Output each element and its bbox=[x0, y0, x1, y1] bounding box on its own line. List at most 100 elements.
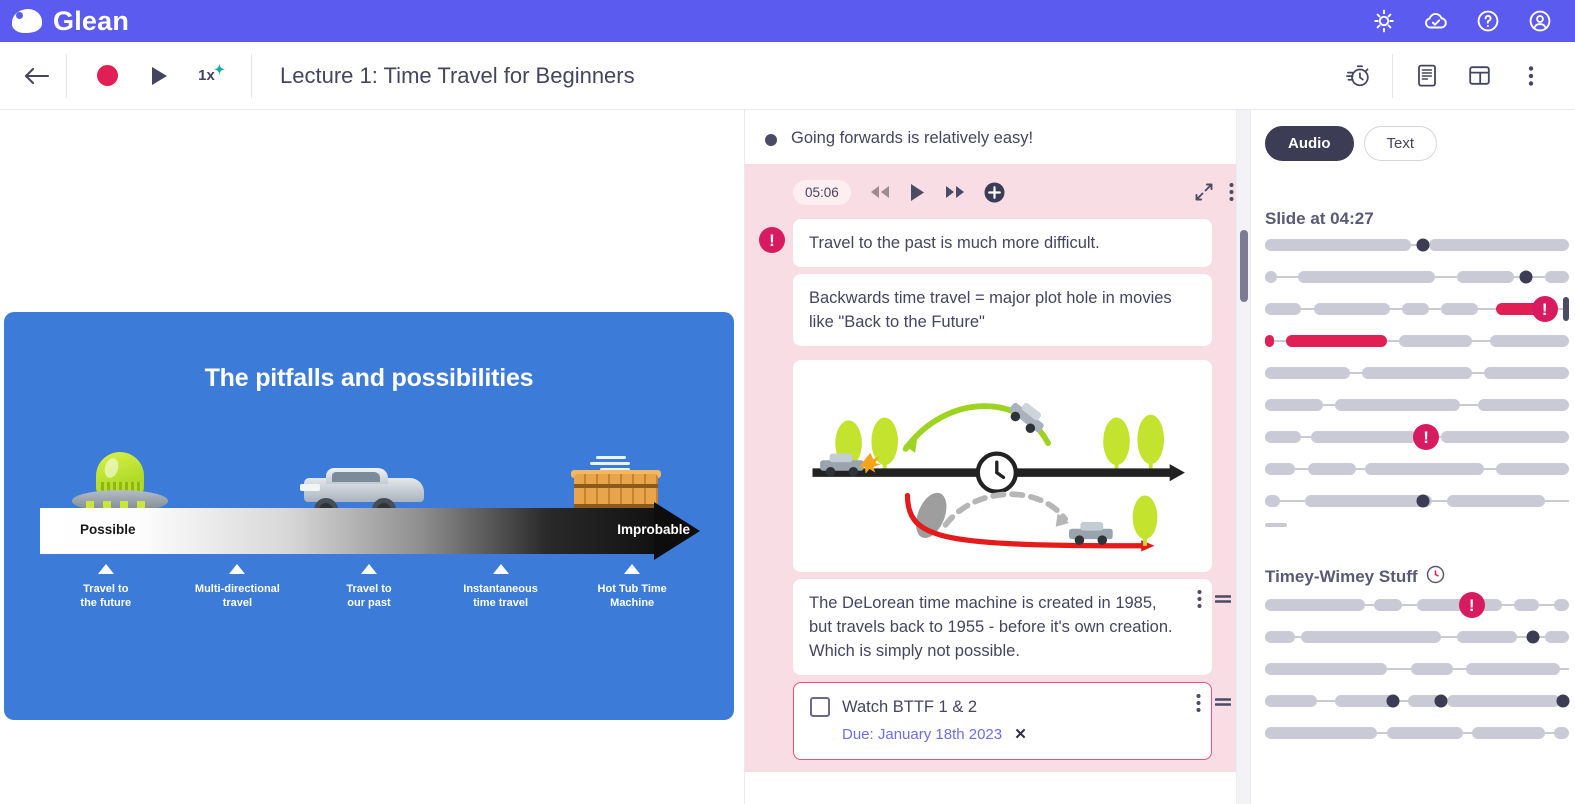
scale-tick-line1: Travel to bbox=[83, 583, 129, 595]
drag-handle-icon[interactable] bbox=[1212, 682, 1234, 708]
sidebar-tabs: Audio Text bbox=[1251, 126, 1575, 161]
waveform-playhead[interactable] bbox=[1562, 297, 1569, 321]
waveform-segment bbox=[1456, 271, 1515, 283]
scale-tick-line2: our past bbox=[347, 597, 391, 609]
waveform-row[interactable]: ! bbox=[1265, 421, 1569, 453]
waveform-segment bbox=[1441, 431, 1569, 443]
waveform-row[interactable] bbox=[1265, 357, 1569, 389]
kebab-menu-icon[interactable] bbox=[1229, 182, 1234, 202]
document-icon[interactable] bbox=[1403, 53, 1451, 99]
toolbar-divider-icons bbox=[1392, 53, 1393, 98]
waveform-segment-active bbox=[1286, 335, 1387, 347]
waveform-segment bbox=[1265, 271, 1278, 283]
playback-speed-button[interactable]: 1x ✦ bbox=[187, 53, 235, 99]
record-button[interactable] bbox=[83, 53, 131, 99]
waveform-marker-dot[interactable] bbox=[1526, 630, 1540, 644]
scale-ticks: Travel to the future Multi-directional t… bbox=[40, 564, 698, 610]
alert-badge-icon[interactable]: ! bbox=[1413, 424, 1440, 450]
waveform-marker-dot[interactable] bbox=[1416, 238, 1430, 252]
note-card-text[interactable]: Backwards time travel = major plot hole … bbox=[793, 274, 1212, 346]
triangle-up-icon bbox=[229, 564, 246, 574]
scale-tick-line2: the future bbox=[80, 597, 132, 609]
waveform-row[interactable] bbox=[1265, 621, 1569, 653]
tab-audio[interactable]: Audio bbox=[1265, 126, 1354, 161]
waveform-slide[interactable]: !! bbox=[1251, 229, 1575, 517]
waveform-segment bbox=[1265, 367, 1351, 379]
task-checkbox[interactable] bbox=[810, 697, 830, 717]
waveform-segment bbox=[1374, 599, 1402, 611]
waveform-marker-dot[interactable] bbox=[1416, 494, 1430, 508]
waveform-timey[interactable]: ! bbox=[1251, 589, 1575, 749]
tab-text[interactable]: Text bbox=[1363, 126, 1438, 161]
alert-badge-icon[interactable]: ! bbox=[1531, 296, 1558, 322]
cloud-saved-icon[interactable] bbox=[1423, 8, 1449, 34]
task-due-label[interactable]: Due: January 18th 2023 bbox=[842, 726, 1002, 743]
waveform-row[interactable] bbox=[1265, 325, 1569, 357]
plus-circle-icon[interactable] bbox=[984, 182, 1005, 203]
audio-sidebar: Audio Text Slide at 04:27 !! Timey-Wimey… bbox=[1250, 110, 1575, 804]
slide-canvas[interactable]: The pitfalls and possibilities Possible … bbox=[4, 312, 734, 720]
note-card-text[interactable]: Travel to the past is much more difficul… bbox=[793, 219, 1212, 267]
waveform-row[interactable] bbox=[1265, 389, 1569, 421]
task-label: Watch BTTF 1 & 2 bbox=[842, 698, 978, 716]
back-button[interactable] bbox=[14, 53, 60, 99]
task-card[interactable]: Watch BTTF 1 & 2 Due: January 18th 2023 … bbox=[793, 682, 1212, 760]
fast-forward-icon[interactable] bbox=[944, 185, 966, 199]
waveform-alert-marker[interactable]: ! bbox=[1413, 424, 1440, 450]
waveform-marker-dot[interactable] bbox=[1556, 694, 1570, 708]
waveform-row[interactable] bbox=[1265, 453, 1569, 485]
add-note-row[interactable]: ! Add note bbox=[745, 772, 1250, 804]
kebab-menu-icon[interactable] bbox=[1196, 693, 1201, 720]
waveform-row[interactable] bbox=[1265, 685, 1570, 717]
note-card-row: ! Travel to the past is much more diffic… bbox=[745, 219, 1250, 267]
kebab-menu-icon[interactable] bbox=[1197, 589, 1202, 616]
audio-timestamp[interactable]: 05:06 bbox=[793, 179, 851, 205]
waveform-marker-dot[interactable] bbox=[1519, 270, 1533, 284]
drag-handle-placeholder bbox=[1212, 353, 1234, 367]
note-card-image[interactable] bbox=[793, 360, 1212, 572]
note-text: The DeLorean time machine is created in … bbox=[809, 594, 1173, 660]
layout-panel-icon[interactable] bbox=[1455, 53, 1503, 99]
waveform-row[interactable] bbox=[1265, 261, 1569, 293]
waveform-marker-dot[interactable] bbox=[1386, 694, 1400, 708]
page-title[interactable]: Lecture 1: Time Travel for Beginners bbox=[280, 63, 1334, 89]
possibility-scale: Possible Improbable bbox=[40, 502, 700, 560]
alert-badge-icon[interactable]: ! bbox=[1458, 592, 1485, 618]
scale-tick-line2: Machine bbox=[610, 597, 655, 609]
bullet-icon bbox=[765, 134, 777, 146]
rewind-icon[interactable] bbox=[869, 185, 891, 199]
kebab-menu-icon[interactable] bbox=[1507, 53, 1555, 99]
waveform-marker-dot[interactable] bbox=[1434, 694, 1448, 708]
play-icon[interactable] bbox=[909, 183, 926, 202]
waveform-segment bbox=[1553, 727, 1569, 739]
remove-due-date-icon[interactable]: ✕ bbox=[1014, 726, 1027, 743]
notes-scrollbar-thumb[interactable] bbox=[1240, 230, 1248, 302]
waveform-row[interactable] bbox=[1265, 717, 1569, 749]
stopwatch-icon[interactable] bbox=[1334, 53, 1382, 99]
waveform-alert-marker[interactable]: ! bbox=[1531, 296, 1558, 322]
waveform-segment bbox=[1401, 303, 1430, 315]
note-bullet-line[interactable]: Going forwards is relatively easy! bbox=[745, 110, 1250, 164]
card-gutter bbox=[751, 274, 793, 282]
brand-logo-group[interactable]: Glean bbox=[12, 6, 129, 37]
drag-handle-icon[interactable] bbox=[1212, 579, 1234, 605]
waveform-alert-marker[interactable]: ! bbox=[1458, 592, 1485, 618]
note-card-text-delorean[interactable]: The DeLorean time machine is created in … bbox=[793, 579, 1212, 675]
waveform-row[interactable]: ! bbox=[1265, 589, 1569, 621]
waveform-row[interactable]: ! bbox=[1265, 293, 1569, 325]
scale-tick-line1: Travel to bbox=[346, 583, 392, 595]
account-circle-icon[interactable] bbox=[1527, 8, 1553, 34]
help-circle-icon[interactable] bbox=[1475, 8, 1501, 34]
sun-brightness-icon[interactable] bbox=[1371, 8, 1397, 34]
record-dot-icon bbox=[96, 65, 118, 86]
notes-scrollbar[interactable] bbox=[1236, 110, 1250, 804]
waveform-row[interactable] bbox=[1265, 485, 1569, 517]
expand-diagonal-icon[interactable] bbox=[1195, 183, 1213, 201]
alert-badge-icon[interactable]: ! bbox=[759, 227, 785, 253]
waveform-row[interactable] bbox=[1265, 653, 1569, 685]
play-button[interactable] bbox=[135, 53, 183, 99]
waveform-segment bbox=[1298, 271, 1436, 283]
scale-tick: Instantaneous time travel bbox=[435, 564, 567, 610]
glean-logo-icon bbox=[12, 7, 44, 35]
waveform-row[interactable] bbox=[1265, 229, 1569, 261]
